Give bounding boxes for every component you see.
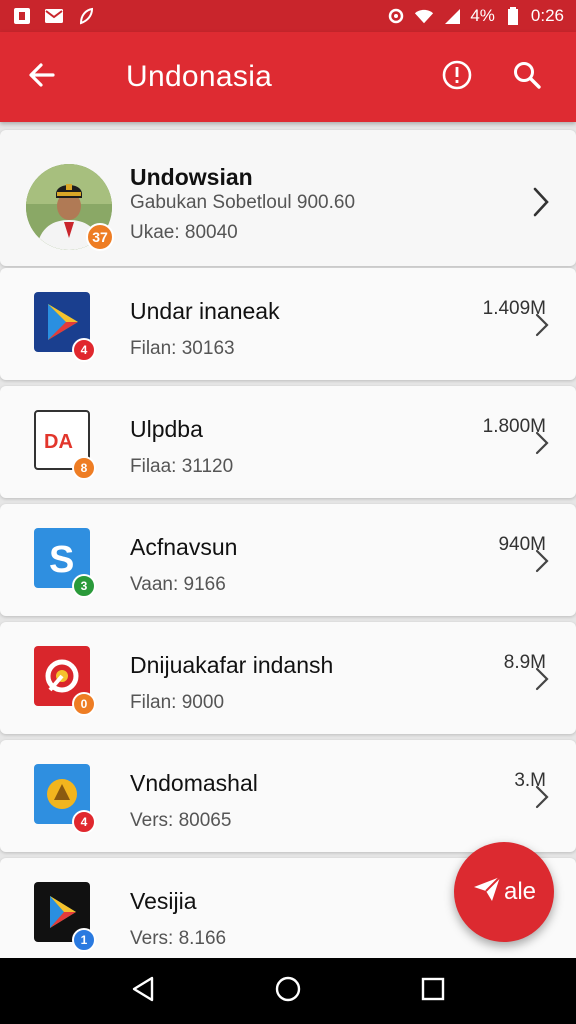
info-icon [441,59,473,96]
back-button[interactable] [0,32,84,122]
send-plane-icon [472,875,502,910]
chevron-right-icon [534,312,550,338]
home-circle-icon [274,975,302,1008]
signal-icon [442,7,462,25]
list-item[interactable]: 0 Dnijuakafar indansh Filan: 9000 8.9M [0,622,576,734]
app-meta: Vers: 80065 [130,810,232,831]
app-bar: Undonasia [0,32,576,122]
app-badge: 3 [72,574,96,598]
app-name: Ulpdba [130,416,203,442]
recents-square-icon [421,977,445,1006]
list-item[interactable]: 4 Vndomashal Vers: 80065 3.M [0,740,576,852]
app-badge: 8 [72,456,96,480]
svg-text:S: S [49,539,74,580]
chevron-right-icon [534,784,550,810]
app-meta: Filan: 30163 [130,338,235,359]
alarm-icon [386,7,406,25]
nav-back-button[interactable] [119,967,167,1015]
chevron-right-icon [534,430,550,456]
chevron-right-icon [534,666,550,692]
app-badge: 4 [72,338,96,362]
mail-icon [44,7,64,25]
profile-name: Undowsian [130,164,253,190]
app-name: Vesijia [130,888,197,914]
app-name: Dnijuakafar indansh [130,652,334,678]
back-triangle-icon [130,975,156,1008]
wifi-icon [414,7,434,25]
profile-card[interactable]: 37 Undowsian Gabukan Sobetloul 900.60 Uk… [0,130,576,266]
floating-action-button[interactable]: ale [454,842,554,942]
app-badge: 1 [72,928,96,952]
chevron-right-icon [530,185,552,219]
battery-percent: 4% [470,6,495,25]
app-meta: Filan: 9000 [130,692,225,713]
battery-icon [503,7,523,25]
search-button[interactable] [504,54,550,100]
list-item[interactable]: S 3 Acfnavsun Vaan: 9166 940M [0,504,576,616]
nav-recents-button[interactable] [409,967,457,1015]
system-nav-bar [0,958,576,1024]
page-title: Undonasia [126,60,273,93]
fab-label: ale [503,878,537,905]
app-name: Vndomashal [130,770,258,796]
profile-meta: Ukae: 80040 [130,222,238,243]
list-item[interactable]: 4 Undar inaneak Filan: 30163 1.409M [0,268,576,380]
app-name: Undar inaneak [130,298,280,324]
content-list[interactable]: 37 Undowsian Gabukan Sobetloul 900.60 Uk… [0,122,576,958]
clock: 0:26 [530,6,564,25]
app-meta: Filaa: 31120 [130,456,234,477]
info-button[interactable] [434,54,480,100]
app-badge: 4 [72,810,96,834]
nav-home-button[interactable] [264,967,312,1015]
app-meta: Vaan: 9166 [130,574,226,595]
svg-text:DA: DA [44,431,73,452]
status-bar: 4% 0:26 [0,0,576,32]
list-item[interactable]: DA 8 Ulpdba Filaa: 31120 1.800M [0,386,576,498]
app-name: Acfnavsun [130,534,238,560]
profile-subtitle: Gabukan Sobetloul 900.60 [130,192,356,213]
app-badge: 0 [72,692,96,716]
app-meta: Vers: 8.166 [130,928,227,949]
arrow-left-icon [27,60,57,95]
chevron-right-icon [534,548,550,574]
notification-square-icon [12,7,32,25]
profile-badge: 37 [86,223,114,251]
search-icon [512,60,542,95]
leaf-icon [76,7,96,25]
